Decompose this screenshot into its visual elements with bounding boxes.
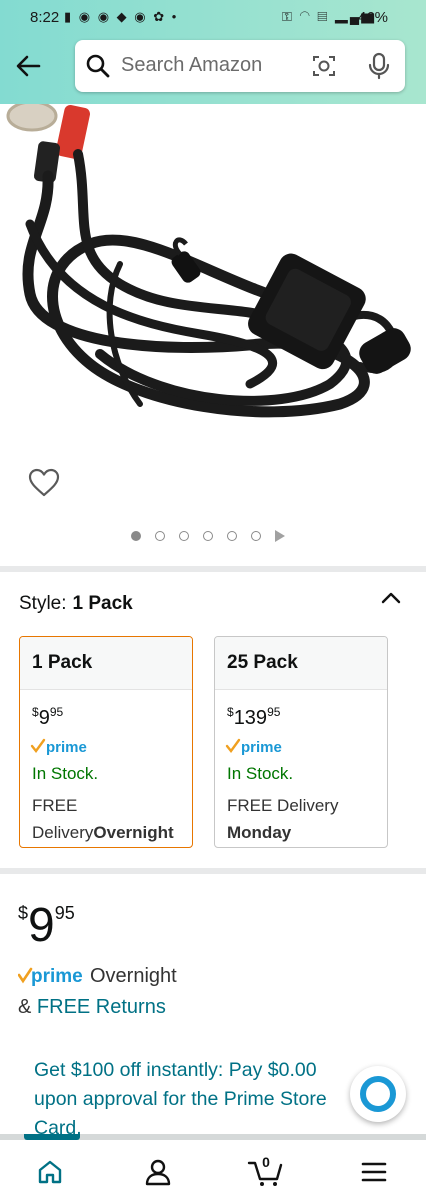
search-bar[interactable] [75, 40, 405, 92]
back-button[interactable] [10, 48, 46, 84]
header-bar: 8:22 ▮ ◉ ◉ ◆ ◉ ✿ • ⚿ ◠ ▤ ▂▄▆ 46% [0, 0, 426, 104]
stock-status: In Stock. [32, 764, 99, 783]
notification-icons: ▮ ◉ ◉ ◆ ◉ ✿ • [64, 9, 179, 24]
camera-scan-icon[interactable] [311, 53, 337, 79]
carousel-dot[interactable] [251, 531, 261, 541]
style-label-text: Style: [19, 593, 67, 614]
product-image[interactable] [0, 104, 426, 464]
video-play-icon[interactable] [275, 530, 285, 542]
prime-logo-icon: prime [30, 738, 87, 756]
chevron-up-icon[interactable] [379, 586, 403, 610]
shipping-speed: Overnight [90, 964, 177, 987]
returns-row: & FREE Returns [18, 996, 166, 1018]
section-divider [0, 566, 426, 572]
carousel-dot[interactable] [131, 531, 141, 541]
user-icon [145, 1159, 171, 1186]
free-returns-link[interactable]: FREE Returns [37, 996, 166, 1018]
delivery-info: FREE Delivery Monday [227, 796, 339, 842]
option-price: $13995 [227, 705, 281, 729]
status-time: 8:22 [30, 9, 60, 26]
nav-menu[interactable] [354, 1152, 394, 1192]
delivery-info: FREE DeliveryOvernight [32, 796, 174, 842]
assistant-bubble-icon [360, 1076, 396, 1112]
stock-status: In Stock. [227, 764, 294, 783]
search-icon [86, 54, 110, 78]
prime-shipping-row: prime Overnight [18, 964, 177, 988]
carousel-dot[interactable] [227, 531, 237, 541]
nav-account[interactable] [138, 1152, 178, 1192]
cart-count: 0 [262, 1154, 270, 1170]
image-carousel-dots [131, 530, 285, 542]
section-divider [0, 868, 426, 874]
main-price: $995 [18, 899, 75, 952]
status-bar: 8:22 ▮ ◉ ◉ ◆ ◉ ✿ • ⚿ ◠ ▤ ▂▄▆ 46% [0, 0, 426, 36]
carousel-dot[interactable] [203, 531, 213, 541]
prime-logo-icon: prime [225, 738, 282, 756]
heart-icon[interactable] [28, 468, 60, 498]
store-card-offer-link[interactable]: Get $100 off instantly: Pay $0.00 upon a… [34, 1056, 364, 1143]
carousel-dot[interactable] [155, 531, 165, 541]
rufus-assistant-button[interactable] [350, 1066, 406, 1122]
style-option-1-pack[interactable]: 1 Pack $995 prime In Stock. FREE Delivery… [19, 636, 193, 848]
battery-level: 46% [358, 9, 389, 26]
prime-logo-icon: prime [18, 966, 83, 987]
nav-cart[interactable]: 0 [245, 1152, 285, 1192]
home-icon [38, 1160, 62, 1184]
svg-text:prime: prime [241, 739, 282, 756]
style-option-25-pack[interactable]: 25 Pack $13995 prime In Stock. FREE Deli… [214, 636, 388, 848]
svg-text:prime: prime [31, 966, 83, 987]
option-name: 25 Pack [215, 637, 387, 690]
option-name: 1 Pack [20, 637, 192, 690]
selected-style: 1 Pack [72, 593, 133, 614]
product-photo-cable [6, 104, 411, 418]
bottom-nav: 0 [0, 1140, 426, 1200]
carousel-dot[interactable] [179, 531, 189, 541]
option-price: $995 [32, 705, 64, 729]
svg-text:prime: prime [46, 739, 87, 756]
search-input[interactable] [121, 50, 301, 80]
nav-home[interactable] [30, 1152, 70, 1192]
arrow-left-icon [16, 55, 41, 77]
style-label: Style: 1 Pack [19, 593, 133, 615]
hamburger-menu-icon [361, 1162, 387, 1182]
microphone-icon[interactable] [367, 52, 391, 80]
